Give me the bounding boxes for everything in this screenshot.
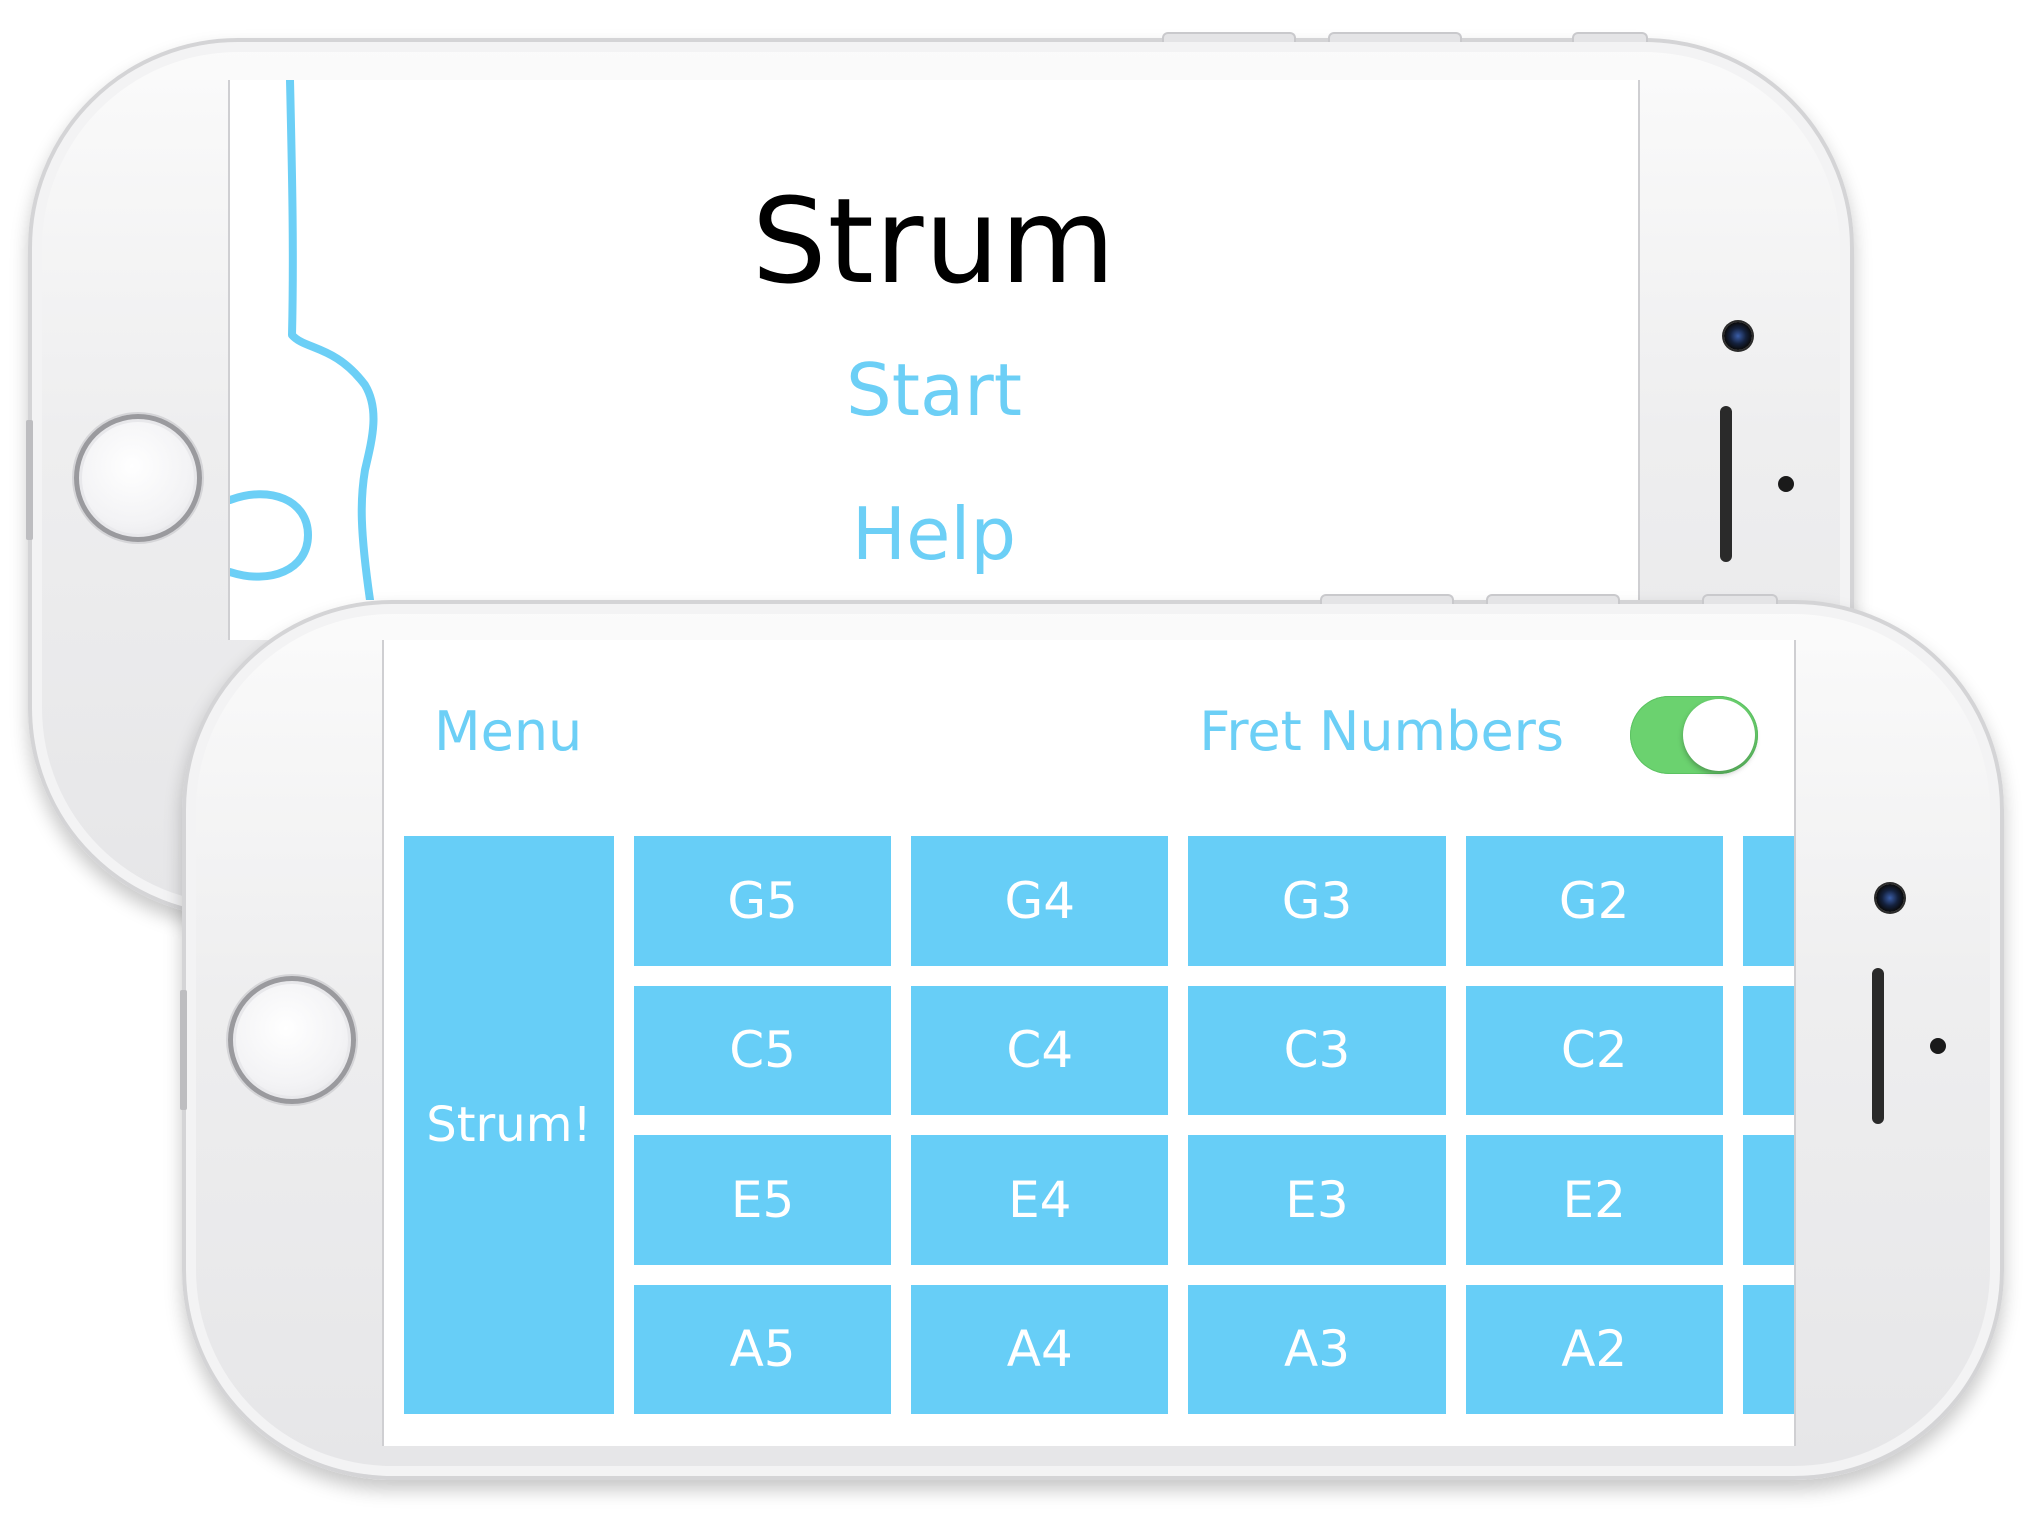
proximity-sensor: [1930, 1038, 1946, 1054]
phone-front: Menu Fret Numbers Strum! G5 G4 G3 G2 G1 …: [180, 594, 2004, 1480]
fret-numbers-label: Fret Numbers: [1199, 700, 1564, 763]
fret-button-e3[interactable]: E3: [1188, 1135, 1446, 1265]
fret-button-a1[interactable]: A1: [1742, 1284, 1794, 1414]
mute-switch: [1702, 594, 1778, 604]
volume-button-top: [1320, 594, 1454, 604]
fret-button-c3[interactable]: C3: [1188, 985, 1446, 1115]
strum-button[interactable]: Strum!: [404, 836, 614, 1414]
volume-button-top: [1162, 32, 1296, 42]
volume-button-bottom: [1486, 594, 1620, 604]
front-camera: [1876, 884, 1904, 912]
fret-button-e2[interactable]: E2: [1465, 1135, 1723, 1265]
volume-button-bottom: [1328, 32, 1462, 42]
start-button[interactable]: Start: [230, 348, 1638, 432]
fret-button-c4[interactable]: C4: [911, 985, 1169, 1115]
front-camera: [1724, 322, 1752, 350]
fret-button-a3[interactable]: A3: [1188, 1284, 1446, 1414]
earpiece-speaker: [1872, 968, 1884, 1124]
play-screen: Menu Fret Numbers Strum! G5 G4 G3 G2 G1 …: [382, 640, 1796, 1446]
side-notch: [180, 990, 187, 1110]
proximity-sensor: [1778, 476, 1794, 492]
toggle-knob: [1683, 699, 1755, 771]
fret-button-a5[interactable]: A5: [634, 1284, 892, 1414]
app-title: Strum: [751, 172, 1117, 310]
fret-button-g5[interactable]: G5: [634, 836, 892, 966]
fret-button-e4[interactable]: E4: [911, 1135, 1169, 1265]
fret-button-c1[interactable]: C1: [1742, 985, 1794, 1115]
fret-button-e5[interactable]: E5: [634, 1135, 892, 1265]
fret-button-g3[interactable]: G3: [1188, 836, 1446, 966]
fret-button-g4[interactable]: G4: [911, 836, 1169, 966]
fret-button-g1[interactable]: G1: [1742, 836, 1794, 966]
fret-button-a4[interactable]: A4: [911, 1284, 1169, 1414]
mute-switch: [1572, 32, 1648, 42]
fret-button-g2[interactable]: G2: [1465, 836, 1723, 966]
side-notch: [26, 420, 33, 540]
fret-button-a2[interactable]: A2: [1465, 1284, 1723, 1414]
menu-screen: Strum Start Help: [228, 80, 1640, 640]
home-button[interactable]: [74, 414, 202, 542]
earpiece-speaker: [1720, 406, 1732, 562]
fret-button-c2[interactable]: C2: [1465, 985, 1723, 1115]
fret-grid: G5 G4 G3 G2 G1 C5 C4 C3 C2 C1 E5 E4 E3 E…: [634, 836, 1794, 1414]
home-button[interactable]: [228, 976, 356, 1104]
menu-button[interactable]: Menu: [434, 700, 582, 763]
help-button[interactable]: Help: [230, 492, 1638, 576]
fret-button-c5[interactable]: C5: [634, 985, 892, 1115]
fret-numbers-toggle[interactable]: [1630, 696, 1758, 774]
fret-button-e1[interactable]: E1: [1742, 1135, 1794, 1265]
